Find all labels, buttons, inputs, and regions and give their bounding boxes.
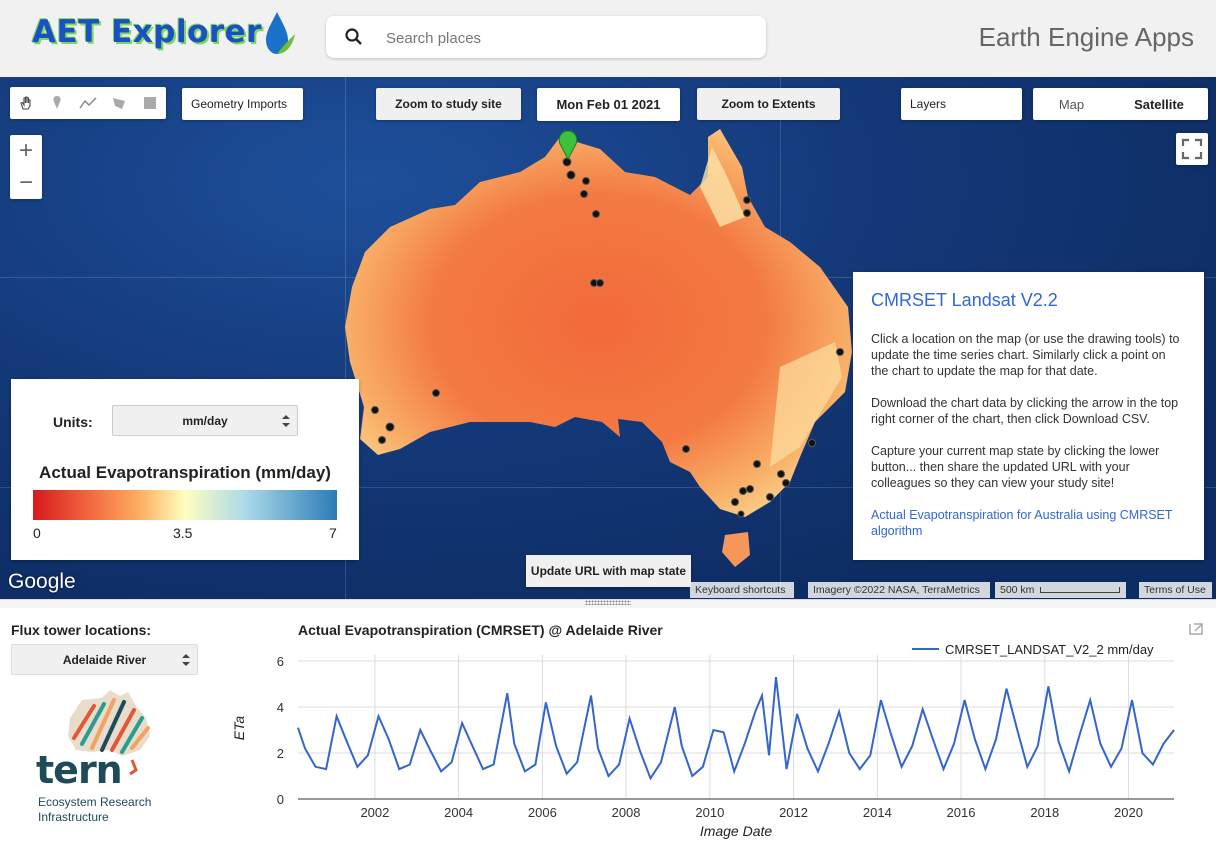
zoom-to-study-site-button[interactable]: Zoom to study site [376,88,521,120]
x-axis-ticks: 2002 2004 2006 2008 2010 2012 2014 2016 2018 2020 [360,805,1142,820]
water-drop-logo-icon [266,12,295,54]
geometry-imports-button[interactable]: Geometry Imports [182,88,303,120]
map-canvas[interactable]: Geometry Imports Zoom to study site Mon … [0,77,1216,599]
fullscreen-icon [1181,138,1203,160]
draw-marker-icon[interactable] [41,87,72,119]
x-tick-label: 2008 [612,805,641,820]
legend-color-bar [33,490,337,520]
map-type-satellite-button[interactable]: Satellite [1110,97,1208,112]
legend-title: Actual Evapotranspiration (mm/day) [39,463,331,482]
x-tick-label: 2002 [360,805,389,820]
select-arrows-icon [282,415,290,427]
legend-max: 7 [329,525,337,541]
x-tick-label: 2018 [1030,805,1059,820]
x-tick-label: 2004 [444,805,473,820]
draw-polygon-icon[interactable] [103,87,134,119]
fullscreen-button[interactable] [1176,133,1208,165]
search-input[interactable] [384,24,748,52]
zoom-out-button[interactable]: − [10,167,42,199]
info-paragraph-2: Download the chart data by clicking the … [871,396,1179,426]
legend-label: CMRSET_LANDSAT_V2_2 mm/day [945,642,1154,657]
x-tick-label: 2016 [947,805,976,820]
google-logo: Google [8,570,76,593]
draw-rectangle-icon[interactable] [134,87,165,119]
chart-gridlines [298,655,1174,799]
y-tick-label: 4 [277,700,284,715]
scale-bar[interactable]: 500 km [995,582,1126,598]
x-axis-label: Image Date [700,823,773,839]
legend-mid: 3.5 [173,525,193,541]
legend-panel: Units: mm/day Actual Evapotranspiration … [11,379,359,560]
units-select-value: mm/day [182,413,228,428]
info-paragraph-1: Click a location on the map (or use the … [871,332,1180,378]
app-logo-text: AET Explorer [32,14,262,50]
x-tick-label: 2014 [863,805,892,820]
units-select[interactable]: mm/day [112,405,298,436]
keyboard-shortcuts-link[interactable]: Keyboard shortcuts [690,582,794,598]
zoom-in-button[interactable]: + [10,135,42,167]
x-tick-label: 2010 [695,805,724,820]
chart-legend: CMRSET_LANDSAT_V2_2 mm/day [912,642,1154,657]
eta-series-line [297,676,1175,781]
layers-button[interactable]: Layers [901,88,1022,120]
y-tick-label: 0 [277,792,284,807]
tasmania [722,532,750,567]
drawing-tools [10,87,166,119]
info-title: CMRSET Landsat V2.2 [871,290,1058,310]
cmrset-info-link[interactable]: Actual Evapotranspiration for Australia … [871,507,1186,539]
draw-line-icon[interactable] [72,87,103,119]
app-header: AET Explorer Earth Engine Apps [0,0,1216,77]
search-box[interactable] [326,16,766,58]
eta-time-series-chart[interactable]: 2002 2004 2006 2008 2010 2012 2014 2016 2018 2020… [0,600,1216,851]
y-tick-label: 6 [277,654,284,669]
map-type-control: Map Satellite [1033,88,1208,120]
export-chart-icon[interactable] [1189,623,1203,635]
y-tick-label: 2 [277,746,284,761]
zoom-to-extents-button[interactable]: Zoom to Extents [697,88,840,120]
terms-of-use-link[interactable]: Terms of Use [1139,582,1212,598]
imagery-attribution: Imagery ©2022 NASA, TerraMetrics [808,582,990,598]
scale-label: 500 km [1000,584,1035,596]
units-label: Units: [53,414,93,430]
info-panel: CMRSET Landsat V2.2 Click a location on … [853,272,1204,560]
x-tick-label: 2020 [1114,805,1143,820]
update-url-button[interactable]: Update URL with map state [526,555,691,587]
x-tick-label: 2006 [528,805,557,820]
pan-hand-icon[interactable] [10,87,41,119]
map-type-map-button[interactable]: Map [1033,97,1110,112]
earth-engine-apps-title: Earth Engine Apps [978,22,1194,52]
y-axis-label: ETa [231,716,247,741]
info-paragraph-3: Capture your current map state by clicki… [871,444,1160,490]
legend-min: 0 [33,525,41,541]
search-icon [345,28,362,45]
y-axis-ticks: 0 2 4 6 [277,654,284,807]
x-tick-label: 2012 [779,805,808,820]
zoom-control: + − [10,135,42,199]
date-display: Mon Feb 01 2021 [537,88,680,121]
